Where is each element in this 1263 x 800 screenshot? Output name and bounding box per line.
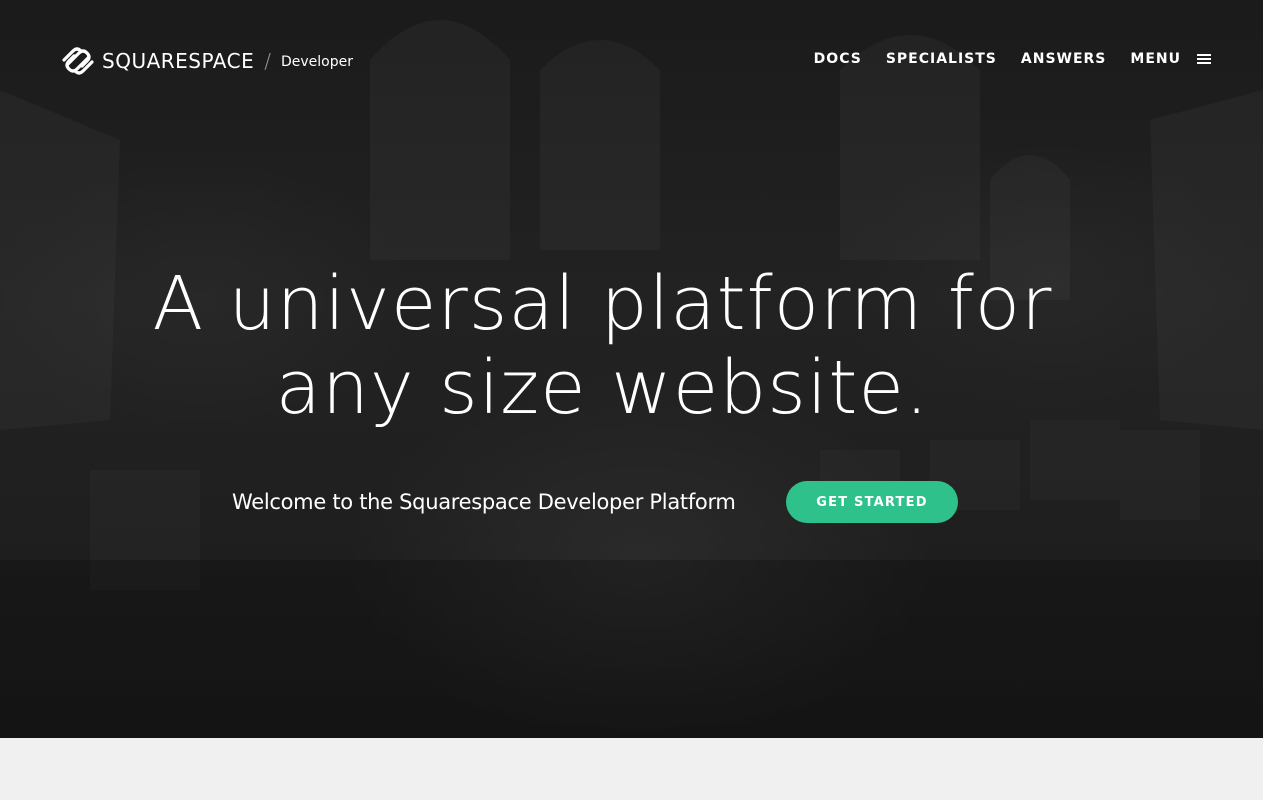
squarespace-logo-icon <box>62 47 94 75</box>
get-started-button[interactable]: GET STARTED <box>786 481 958 523</box>
welcome-text: Welcome to the Squarespace Developer Pla… <box>232 490 736 514</box>
menu-button[interactable]: MENU <box>1130 51 1211 67</box>
brand-name: SQUARESPACE <box>102 49 255 73</box>
top-nav: DOCS SPECIALISTS ANSWERS MENU <box>790 48 1211 70</box>
nav-specialists[interactable]: SPECIALISTS <box>886 51 997 67</box>
hero-section: SQUARESPACE / Developer DOCS SPECIALISTS… <box>0 0 1263 738</box>
content-band <box>0 738 1263 800</box>
nav-answers[interactable]: ANSWERS <box>1021 51 1107 67</box>
squarespace-developer-logo[interactable]: SQUARESPACE / Developer <box>60 44 353 78</box>
headline-line-1: A universal platform for <box>152 261 1053 347</box>
menu-label: MENU <box>1130 51 1181 67</box>
hamburger-icon <box>1197 54 1211 64</box>
nav-docs[interactable]: DOCS <box>814 51 862 67</box>
brand-product: Developer <box>280 54 353 70</box>
brand-separator: / <box>264 49 271 73</box>
headline-line-2: any size website. <box>275 345 930 431</box>
hero-headline: A universal platform for any size websit… <box>0 262 1205 430</box>
